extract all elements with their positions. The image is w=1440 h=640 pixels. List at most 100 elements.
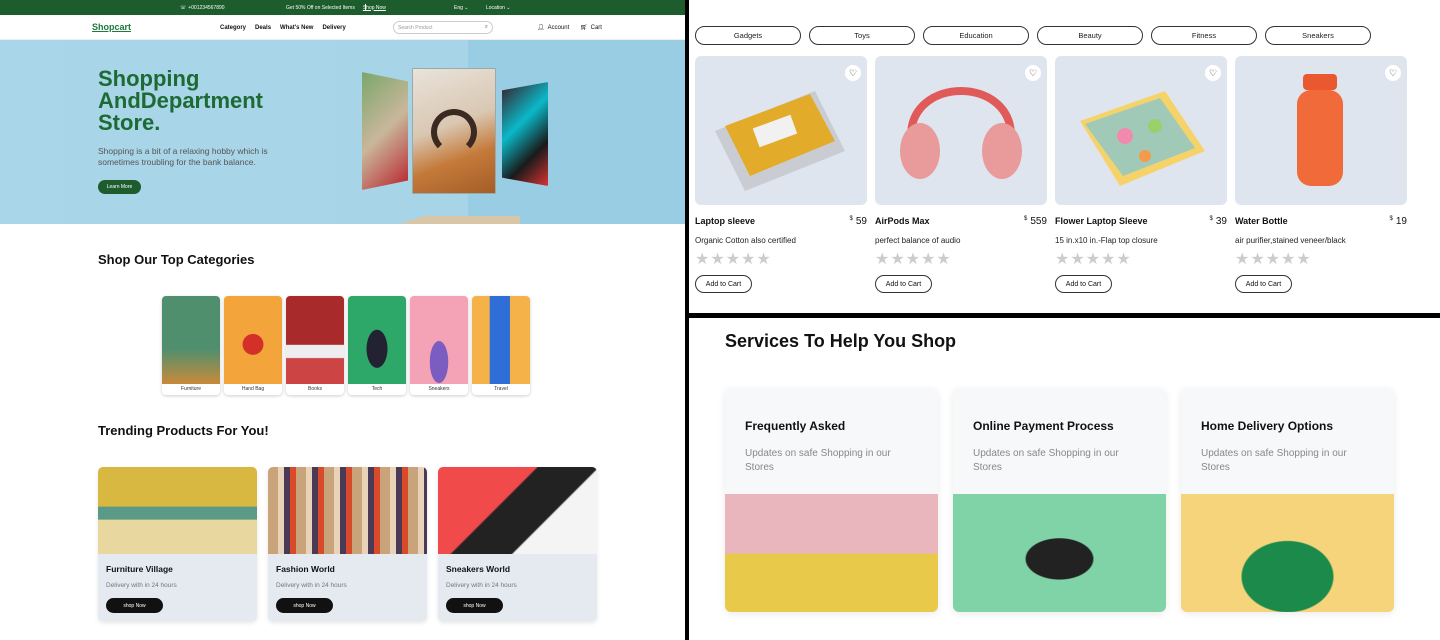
shop-now-button[interactable]: shop Now: [446, 598, 503, 613]
product-image[interactable]: ♡: [1055, 56, 1227, 205]
category-card[interactable]: Hand Bag: [224, 296, 282, 395]
rating-stars[interactable]: ★★★★★: [695, 249, 772, 269]
rating-stars[interactable]: ★★★★★: [1055, 249, 1132, 269]
product-card: ♡ AirPods Max $559 perfect balance of au…: [875, 56, 1047, 296]
search-input[interactable]: Search Product ⌕: [393, 21, 493, 34]
product-image[interactable]: ♡: [1235, 56, 1407, 205]
trending-card-subtitle: Delivery with in 24 hours: [276, 582, 347, 589]
main-navbar: Shopcart Category Deals What's New Deliv…: [0, 15, 685, 40]
water-bottle-image: [1297, 74, 1343, 186]
category-card[interactable]: Furniture: [162, 296, 220, 395]
filter-chip-fitness[interactable]: Fitness: [1151, 26, 1257, 45]
category-image: [162, 296, 220, 384]
learn-more-button[interactable]: Learn More: [98, 180, 141, 194]
nav-delivery[interactable]: Delivery: [322, 25, 345, 31]
cart-label: Cart: [590, 24, 602, 31]
shop-now-link[interactable]: Shop Now: [363, 5, 386, 11]
filter-chip-education[interactable]: Education: [923, 26, 1029, 45]
phone-contact[interactable]: ☏ +001234567890: [180, 5, 225, 11]
currency-symbol: $: [1023, 216, 1028, 222]
nav-links: Category Deals What's New Delivery: [220, 25, 346, 31]
heart-icon[interactable]: ♡: [1385, 65, 1401, 81]
promo-label: Get 50% Off on Selected Items: [286, 4, 355, 11]
logo[interactable]: Shopcart: [92, 22, 131, 32]
laptop-sleeve-image: [715, 91, 845, 191]
language-select[interactable]: Eng ⌄: [454, 5, 469, 11]
search-icon[interactable]: ⌕: [485, 24, 488, 31]
services-title: Services To Help You Shop: [725, 331, 957, 351]
service-list: Frequently Asked Updates on safe Shoppin…: [725, 388, 1394, 612]
account-link[interactable]: 👤︎ Account: [537, 24, 570, 32]
service-card[interactable]: Frequently Asked Updates on safe Shoppin…: [725, 388, 938, 612]
promo-text: Get 50% Off on Selected Items Shop Now: [286, 5, 386, 11]
filter-chip-beauty[interactable]: Beauty: [1037, 26, 1143, 45]
categories-title: Shop Our Top Categories: [98, 252, 255, 267]
trending-image: [98, 467, 257, 554]
cart-link[interactable]: 🛒︎ Cart: [580, 24, 602, 32]
nav-deals[interactable]: Deals: [255, 25, 271, 31]
add-to-cart-button[interactable]: Add to Cart: [1235, 275, 1292, 293]
hero-image-right: [502, 82, 548, 186]
nav-category[interactable]: Category: [220, 25, 246, 31]
divider: [365, 4, 366, 11]
product-price: $19: [1390, 216, 1407, 227]
chevron-down-icon: ⌄: [506, 4, 511, 11]
hero-image-left: [362, 72, 408, 190]
product-grid: ♡ Laptop sleeve $59 Organic Cotton also …: [695, 56, 1407, 296]
service-title: Home Delivery Options: [1201, 419, 1334, 433]
location-select[interactable]: Location ⌄: [486, 5, 511, 11]
heart-icon[interactable]: ♡: [1025, 65, 1041, 81]
category-label: Hand Bag: [241, 386, 265, 392]
product-image[interactable]: ♡: [875, 56, 1047, 205]
category-label: Furniture: [180, 386, 201, 392]
account-label: Account: [547, 24, 570, 31]
filter-chip-sneakers[interactable]: Sneakers: [1265, 26, 1371, 45]
product-card: ♡ Laptop sleeve $59 Organic Cotton also …: [695, 56, 867, 296]
product-card: ♡ Flower Laptop Sleeve $39 15 in.x10 in.…: [1055, 56, 1227, 296]
filter-chip-gadgets[interactable]: Gadgets: [695, 26, 801, 45]
trending-card-subtitle: Delivery with in 24 hours: [446, 582, 517, 589]
category-card[interactable]: Sneakers: [410, 296, 468, 395]
product-description: perfect balance of audio: [875, 236, 961, 245]
service-image: [725, 494, 938, 612]
add-to-cart-button[interactable]: Add to Cart: [1055, 275, 1112, 293]
service-title: Frequently Asked: [745, 419, 846, 433]
category-card[interactable]: Travel: [472, 296, 530, 395]
add-to-cart-button[interactable]: Add to Cart: [875, 275, 932, 293]
category-list: Furniture Hand Bag Books Tech Sneakers T…: [162, 296, 530, 395]
landing-page-panel: ☏ +001234567890 Get 50% Off on Selected I…: [0, 0, 685, 640]
shop-now-button[interactable]: shop Now: [276, 598, 333, 613]
service-image: [1181, 494, 1394, 612]
product-name: Flower Laptop Sleeve: [1055, 216, 1148, 226]
rating-stars[interactable]: ★★★★★: [1235, 249, 1312, 269]
product-image[interactable]: ♡: [695, 56, 867, 205]
product-description: Organic Cotton also certified: [695, 236, 796, 245]
trending-card-subtitle: Delivery with in 24 hours: [106, 582, 177, 589]
service-card[interactable]: Home Delivery Options Updates on safe Sh…: [1181, 388, 1394, 612]
category-image: [348, 296, 406, 384]
service-card[interactable]: Online Payment Process Updates on safe S…: [953, 388, 1166, 612]
rating-stars[interactable]: ★★★★★: [875, 249, 952, 269]
category-card[interactable]: Books: [286, 296, 344, 395]
phone-icon: ☏: [180, 4, 187, 11]
language-label: Eng: [454, 4, 463, 11]
heart-icon[interactable]: ♡: [845, 65, 861, 81]
headphones-icon: [431, 109, 477, 155]
price-value: 39: [1215, 216, 1227, 227]
product-name: Laptop sleeve: [695, 216, 756, 226]
products-panel: Gadgets Toys Education Beauty Fitness Sn…: [689, 0, 1440, 313]
trending-image: [438, 467, 597, 554]
chevron-down-icon: ⌄: [464, 4, 469, 11]
service-description: Updates on safe Shopping in our Stores: [745, 448, 891, 473]
product-description: 15 in.x10 in.-Flap top closure: [1055, 236, 1158, 245]
category-card[interactable]: Tech: [348, 296, 406, 395]
nav-whats-new[interactable]: What's New: [280, 25, 313, 31]
top-bar: ☏ +001234567890 Get 50% Off on Selected I…: [0, 0, 685, 15]
shop-now-button[interactable]: shop Now: [106, 598, 163, 613]
product-card: ♡ Water Bottle $19 air purifier,stained …: [1235, 56, 1407, 296]
heart-icon[interactable]: ♡: [1205, 65, 1221, 81]
services-panel: Services To Help You Shop Frequently Ask…: [689, 318, 1440, 640]
add-to-cart-button[interactable]: Add to Cart: [695, 275, 752, 293]
service-description: Updates on safe Shopping in our Stores: [1201, 448, 1347, 473]
filter-chip-toys[interactable]: Toys: [809, 26, 915, 45]
